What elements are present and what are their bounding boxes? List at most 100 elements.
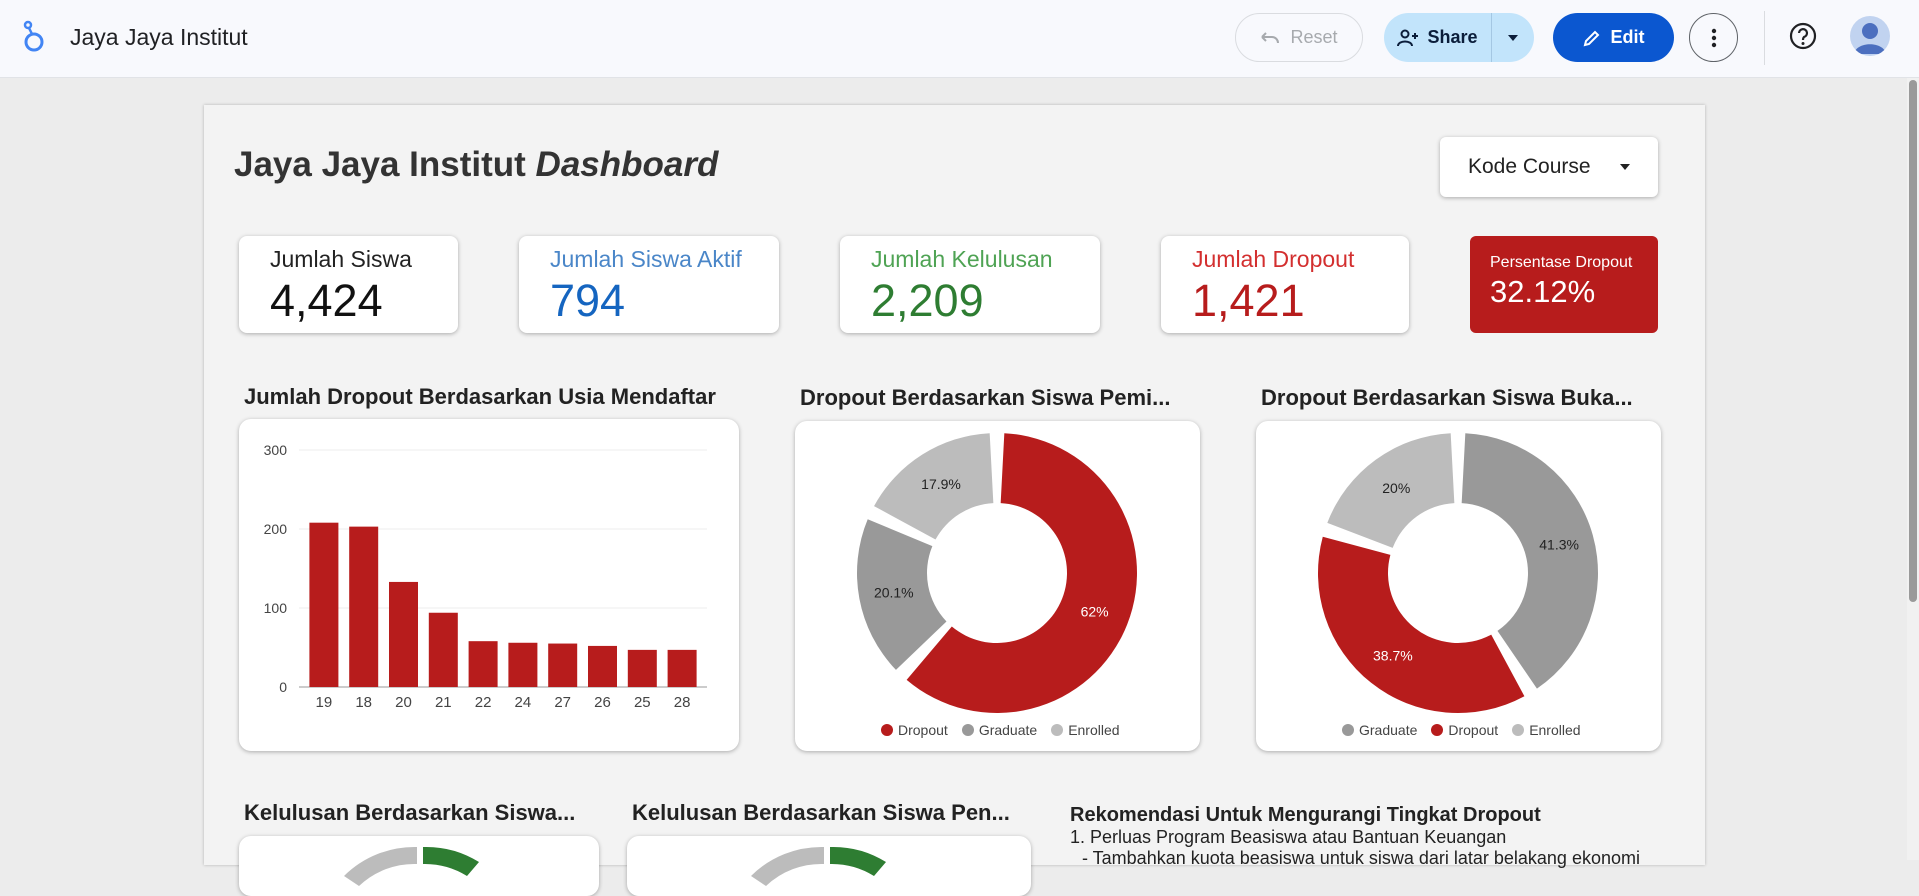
legend-label: Enrolled xyxy=(1068,722,1120,738)
kpi-label: Jumlah Kelulusan xyxy=(871,246,1053,272)
course-filter-dropdown[interactable]: Kode Course xyxy=(1440,137,1658,197)
scrollbar-thumb[interactable] xyxy=(1909,80,1917,602)
slice-label: 62% xyxy=(1081,604,1109,620)
page-title-main: Jaya Jaya Institut xyxy=(234,145,536,184)
bottom2-card xyxy=(627,836,1031,896)
reset-label: Reset xyxy=(1290,27,1338,47)
donut2-legend: Graduate Dropout Enrolled xyxy=(1342,722,1581,738)
kpi-label: Jumlah Siswa Aktif xyxy=(550,246,742,272)
legend-item[interactable]: Graduate xyxy=(1342,722,1417,738)
filter-label: Kode Course xyxy=(1468,155,1591,178)
bar[interactable] xyxy=(309,522,339,687)
top-app-bar: Jaya Jaya Institut Reset Share Edit xyxy=(0,0,1919,78)
kpi-label: Jumlah Dropout xyxy=(1192,246,1355,272)
legend-label: Dropout xyxy=(1448,722,1499,738)
donut-chart-2: 41.3% 38.7% 20% xyxy=(1318,433,1598,713)
caret-down-icon xyxy=(1620,164,1630,170)
x-tick-label: 24 xyxy=(515,694,532,711)
slice-label: 38.7% xyxy=(1373,647,1413,663)
undo-icon xyxy=(1261,31,1280,43)
share-button-group: Share xyxy=(1384,13,1534,62)
pencil-icon xyxy=(1583,30,1599,46)
edit-label: Edit xyxy=(1610,27,1645,47)
vertical-scrollbar[interactable] xyxy=(1907,78,1919,860)
bar[interactable] xyxy=(468,641,498,687)
share-dropdown-button[interactable] xyxy=(1492,34,1534,42)
legend-label: Dropout xyxy=(898,722,948,738)
x-tick-label: 19 xyxy=(316,694,333,711)
avatar[interactable] xyxy=(1850,16,1890,56)
bar[interactable] xyxy=(389,581,418,687)
legend-label: Graduate xyxy=(1359,722,1418,738)
slice-label: 17.9% xyxy=(921,476,961,492)
toolbar-divider xyxy=(1764,11,1765,65)
bar[interactable] xyxy=(349,526,379,687)
bar[interactable] xyxy=(627,649,657,687)
donut-chart-1: 62% 20.1% 17.9% xyxy=(857,433,1137,713)
legend-swatch xyxy=(1431,724,1444,736)
edit-button[interactable]: Edit xyxy=(1553,13,1674,62)
slice-label: 20% xyxy=(1382,480,1410,496)
bar[interactable] xyxy=(588,645,617,687)
kpi-total-students: Jumlah Siswa 4,424 xyxy=(239,236,458,333)
legend-item[interactable]: Dropout xyxy=(1431,722,1498,738)
avatar-icon xyxy=(1854,23,1886,54)
recommendation-title: Rekomendasi Untuk Mengurangi Tingkat Dro… xyxy=(1070,804,1541,826)
legend-swatch xyxy=(1342,724,1354,736)
x-tick-label: 22 xyxy=(475,694,492,711)
recommendation-line: 1. Perluas Program Beasiswa atau Bantuan… xyxy=(1070,827,1507,847)
legend-item[interactable]: Graduate xyxy=(961,722,1037,738)
y-tick-label: 300 xyxy=(264,442,288,458)
bar[interactable] xyxy=(667,649,697,687)
legend-swatch xyxy=(881,724,893,736)
kpi-value: 32.12% xyxy=(1490,274,1596,309)
donut1-chart-title: Dropout Berdasarkan Siswa Pemi... xyxy=(800,385,1171,410)
bar-chart-card: 0 100 200 300 19 18 20 21 22 24 27 26 25 28 xyxy=(239,419,739,751)
legend-item[interactable]: Enrolled xyxy=(1051,722,1120,738)
kpi-label: Jumlah Siswa xyxy=(270,246,412,272)
legend-swatch xyxy=(961,724,974,736)
slice-label: 41.3% xyxy=(1539,537,1579,553)
looker-logo[interactable] xyxy=(20,20,48,56)
kpi-dropouts: Jumlah Dropout 1,421 xyxy=(1161,236,1409,333)
bottom2-chart-title: Kelulusan Berdasarkan Siswa Pen... xyxy=(632,800,1010,825)
caret-down-icon xyxy=(1508,34,1518,41)
legend-item[interactable]: Dropout xyxy=(881,722,948,738)
kpi-value: 1,421 xyxy=(1192,275,1305,326)
bar-chart-title: Jumlah Dropout Berdasarkan Usia Mendafta… xyxy=(244,384,716,409)
kpi-value: 794 xyxy=(550,275,626,326)
donut1-card: 62% 20.1% 17.9% Dropout Graduate Enrolled xyxy=(795,421,1200,751)
kpi-dropout-percentage: Persentase Dropout 32.12% xyxy=(1470,236,1658,333)
legend-swatch xyxy=(1512,724,1525,736)
bar[interactable] xyxy=(428,612,458,687)
bar[interactable] xyxy=(508,642,538,687)
x-tick-label: 28 xyxy=(674,694,691,711)
x-tick-label: 18 xyxy=(355,694,372,711)
legend-swatch xyxy=(1051,724,1064,736)
x-tick-label: 27 xyxy=(554,694,571,711)
y-tick-label: 100 xyxy=(264,600,288,616)
more-options-button[interactable] xyxy=(1689,13,1738,62)
add-person-icon xyxy=(1397,29,1419,46)
page-title: Jaya Jaya Institut Dashboard xyxy=(234,145,718,185)
donut-slice[interactable] xyxy=(1318,536,1525,713)
bottom1-card xyxy=(239,836,599,896)
report-title[interactable]: Jaya Jaya Institut xyxy=(70,24,248,51)
share-label: Share xyxy=(1427,27,1478,47)
bottom2-donut-partial xyxy=(751,846,886,886)
recommendation-text: Rekomendasi Untuk Mengurangi Tingkat Dro… xyxy=(1070,804,1640,869)
y-tick-label: 200 xyxy=(264,521,288,537)
share-button[interactable]: Share xyxy=(1384,13,1492,62)
bar-chart: 0 100 200 300 19 18 20 21 22 24 27 26 25 28 xyxy=(264,442,707,711)
bar[interactable] xyxy=(548,643,578,687)
help-icon[interactable] xyxy=(1789,22,1817,50)
more-vert-icon xyxy=(1711,28,1716,47)
legend-item[interactable]: Enrolled xyxy=(1512,722,1581,738)
x-tick-label: 21 xyxy=(435,694,452,711)
kpi-active-students: Jumlah Siswa Aktif 794 xyxy=(519,236,779,333)
slice-label: 20.1% xyxy=(874,584,914,600)
donut2-card: 41.3% 38.7% 20% Graduate Dropout Enrolled xyxy=(1256,421,1661,751)
donut1-legend: Dropout Graduate Enrolled xyxy=(881,722,1120,738)
reset-button[interactable]: Reset xyxy=(1235,13,1363,62)
donut2-chart-title: Dropout Berdasarkan Siswa Buka... xyxy=(1261,385,1633,410)
